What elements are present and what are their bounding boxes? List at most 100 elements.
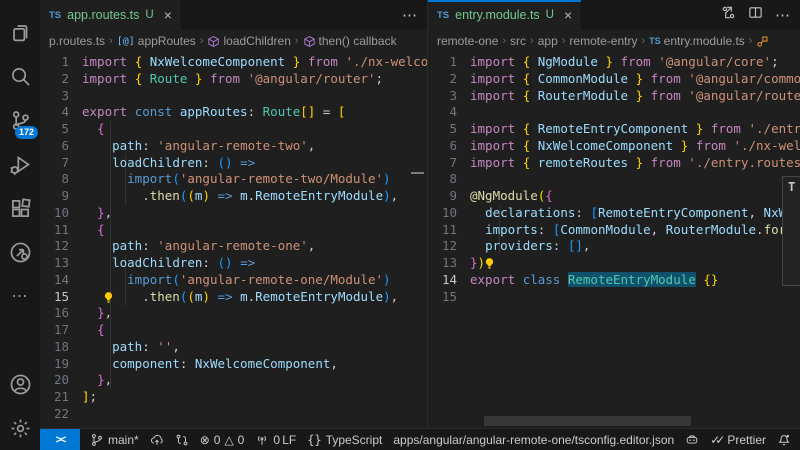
- code-line[interactable]: 10 declarations: [RemoteEntryComponent, …: [428, 205, 800, 222]
- line-number[interactable]: 4: [428, 104, 470, 121]
- code-line[interactable]: 21];: [40, 389, 427, 406]
- line-number[interactable]: 12: [428, 238, 470, 255]
- code-line[interactable]: 1import { NxWelcomeComponent } from './n…: [40, 54, 427, 71]
- compare-changes-item[interactable]: [175, 433, 189, 447]
- more-actions-icon[interactable]: ⋯: [775, 6, 790, 24]
- problems-item[interactable]: ⊗ 0 △ 0: [200, 433, 245, 447]
- line-number[interactable]: 5: [428, 121, 470, 138]
- breadcrumb-item[interactable]: then() callback: [303, 34, 397, 48]
- more-icon[interactable]: ⋯: [0, 274, 40, 318]
- breadcrumb-item[interactable]: loadChildren: [207, 34, 290, 48]
- extensions-icon[interactable]: [0, 186, 40, 230]
- line-number[interactable]: 11: [428, 222, 470, 239]
- search-icon[interactable]: [0, 54, 40, 98]
- line-number[interactable]: 14: [40, 272, 82, 289]
- code-line[interactable]: 20 },: [40, 372, 427, 389]
- explorer-icon[interactable]: [0, 10, 40, 54]
- breadcrumb-item[interactable]: [@]appRoutes: [117, 34, 196, 48]
- line-number[interactable]: 15: [428, 289, 470, 306]
- code-line[interactable]: 22: [40, 406, 427, 423]
- code-line[interactable]: 4export const appRoutes: Route[] = [: [40, 104, 427, 121]
- code-line[interactable]: 9 .then((m) => m.RemoteEntryModule),: [40, 188, 427, 205]
- line-number[interactable]: 13: [40, 255, 82, 272]
- line-number[interactable]: 1: [40, 54, 82, 71]
- line-number[interactable]: 13: [428, 255, 470, 272]
- lightbulb-icon[interactable]: [102, 291, 115, 304]
- code-line[interactable]: 12 path: 'angular-remote-one',: [40, 238, 427, 255]
- code-line[interactable]: 3import { RouterModule } from '@angular/…: [428, 88, 800, 105]
- line-number[interactable]: 14: [428, 272, 470, 289]
- code-line[interactable]: 10 },: [40, 205, 427, 222]
- language-mode-item[interactable]: {} TypeScript: [307, 433, 382, 447]
- account-icon[interactable]: [0, 362, 40, 406]
- eol-item[interactable]: LF: [282, 433, 296, 447]
- code-line[interactable]: 8: [428, 171, 800, 188]
- code-line[interactable]: 3: [40, 88, 427, 105]
- line-number[interactable]: 1: [428, 54, 470, 71]
- code-line[interactable]: 14 import('angular-remote-one/Module'): [40, 272, 427, 289]
- tsconfig-item[interactable]: apps/angular/angular-remote-one/tsconfig…: [393, 433, 674, 447]
- code-line[interactable]: 13 loadChildren: () =>: [40, 255, 427, 272]
- line-number[interactable]: 3: [40, 88, 82, 105]
- line-number[interactable]: 7: [428, 155, 470, 172]
- code-line[interactable]: 7import { remoteRoutes } from './entry.r…: [428, 155, 800, 172]
- line-number[interactable]: 15: [40, 289, 82, 306]
- tab-entry-module[interactable]: TS entry.module.ts U ×: [428, 0, 582, 30]
- breadcrumb-item[interactable]: p.routes.ts: [49, 34, 105, 48]
- close-icon[interactable]: ×: [164, 7, 172, 23]
- line-number[interactable]: 12: [40, 238, 82, 255]
- split-editor-icon[interactable]: [748, 5, 763, 25]
- code-line[interactable]: 15 .then((m) => m.RemoteEntryModule),: [40, 289, 427, 306]
- line-number[interactable]: 19: [40, 356, 82, 373]
- code-line[interactable]: 2import { Route } from '@angular/router'…: [40, 71, 427, 88]
- code-line[interactable]: 13}): [428, 255, 800, 272]
- code-line[interactable]: 12 providers: [],: [428, 238, 800, 255]
- line-number[interactable]: 6: [428, 138, 470, 155]
- line-number[interactable]: 16: [40, 305, 82, 322]
- line-number[interactable]: 8: [40, 171, 82, 188]
- line-number[interactable]: 10: [428, 205, 470, 222]
- line-number[interactable]: 4: [40, 104, 82, 121]
- code-line[interactable]: 5 {: [40, 121, 427, 138]
- horizontal-scrollbar[interactable]: [484, 416, 691, 426]
- tab-app-routes[interactable]: TS app.routes.ts U ×: [40, 0, 182, 30]
- line-number[interactable]: 6: [40, 138, 82, 155]
- code-line[interactable]: 11 imports: [CommonModule, RouterModule.…: [428, 222, 800, 239]
- line-number[interactable]: 5: [40, 121, 82, 138]
- code-line[interactable]: 2import { CommonModule } from '@angular/…: [428, 71, 800, 88]
- copilot-item[interactable]: [685, 433, 699, 447]
- code-line[interactable]: 19 component: NxWelcomeComponent,: [40, 356, 427, 373]
- line-number[interactable]: 9: [428, 188, 470, 205]
- line-number[interactable]: 7: [40, 155, 82, 172]
- line-number[interactable]: 10: [40, 205, 82, 222]
- code-line[interactable]: 9@NgModule({: [428, 188, 800, 205]
- ports-item[interactable]: 0: [255, 433, 280, 447]
- publish-changes-item[interactable]: [150, 433, 164, 447]
- line-number[interactable]: 11: [40, 222, 82, 239]
- line-number[interactable]: 18: [40, 339, 82, 356]
- code-line[interactable]: 11 {: [40, 222, 427, 239]
- code-line[interactable]: 17 {: [40, 322, 427, 339]
- code-line[interactable]: 18 path: '',: [40, 339, 427, 356]
- line-number[interactable]: 20: [40, 372, 82, 389]
- line-number[interactable]: 8: [428, 171, 470, 188]
- line-number[interactable]: 3: [428, 88, 470, 105]
- more-actions-icon[interactable]: ⋯: [402, 6, 417, 24]
- line-number[interactable]: 2: [428, 71, 470, 88]
- code-line[interactable]: 16 },: [40, 305, 427, 322]
- close-icon[interactable]: ×: [564, 7, 572, 23]
- source-control-icon[interactable]: 172: [0, 98, 40, 142]
- code-line[interactable]: 14export class RemoteEntryModule {}: [428, 272, 800, 289]
- notifications-item[interactable]: [777, 433, 791, 447]
- run-debug-icon[interactable]: [0, 142, 40, 186]
- line-number[interactable]: 17: [40, 322, 82, 339]
- breadcrumb-item[interactable]: [756, 35, 769, 48]
- line-number[interactable]: 21: [40, 389, 82, 406]
- line-number[interactable]: 9: [40, 188, 82, 205]
- code-line[interactable]: 15: [428, 289, 800, 306]
- formatter-item[interactable]: ✓✓ Prettier: [710, 433, 766, 447]
- open-changes-icon[interactable]: [721, 5, 736, 25]
- settings-icon[interactable]: [0, 406, 40, 450]
- breadcrumb-item[interactable]: TSentry.module.ts: [649, 34, 745, 48]
- breadcrumb-item[interactable]: app: [538, 34, 558, 48]
